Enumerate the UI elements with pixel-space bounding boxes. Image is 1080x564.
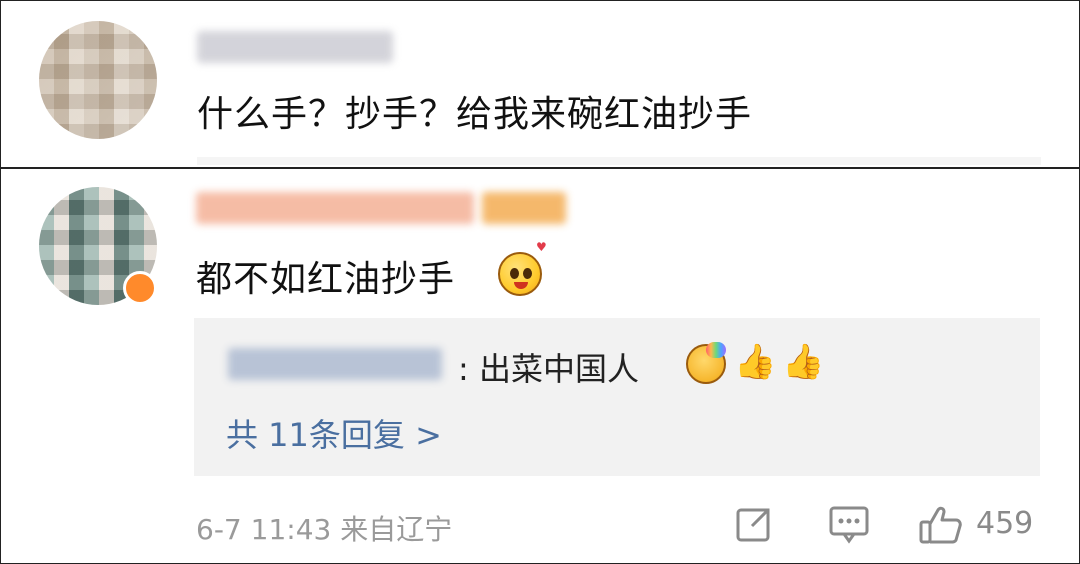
reply-username-blurred[interactable] [228,348,442,380]
view-replies-link[interactable]: 共 11条回复 > [226,410,442,456]
username-blurred[interactable] [197,31,393,63]
reply-text: : 出菜中国人 [458,350,639,388]
like-icon[interactable] [918,504,964,550]
comment-text: 什么手？抄手？给我来碗红油抄手 [197,94,753,135]
avatar[interactable] [39,21,157,139]
share-icon[interactable] [734,504,774,548]
comment-card: 什么手？抄手？给我来碗红油抄手 [0,0,1080,168]
divider [197,157,1041,165]
comment-icon[interactable] [828,504,870,548]
thumbs-up-emoji-icon: 👍 [782,342,825,382]
timestamp-location: 6-7 11:43 来自辽宁 [196,513,453,546]
thumbs-up-emoji-icon: 👍 [734,342,777,382]
heart-icon: ♥ [536,240,547,254]
comment-text: 都不如红油抄手 [196,259,456,300]
reply-preview[interactable]: : 出菜中国人 👍 👍 共 11条回复 > [194,318,1040,476]
smiling-face-emoji-icon [498,252,542,296]
user-tag-badge [482,192,566,224]
rainbow-face-emoji-icon [686,342,726,384]
username-blurred[interactable] [196,192,474,224]
like-count: 459 [976,506,1034,541]
verified-badge-icon [123,271,157,305]
